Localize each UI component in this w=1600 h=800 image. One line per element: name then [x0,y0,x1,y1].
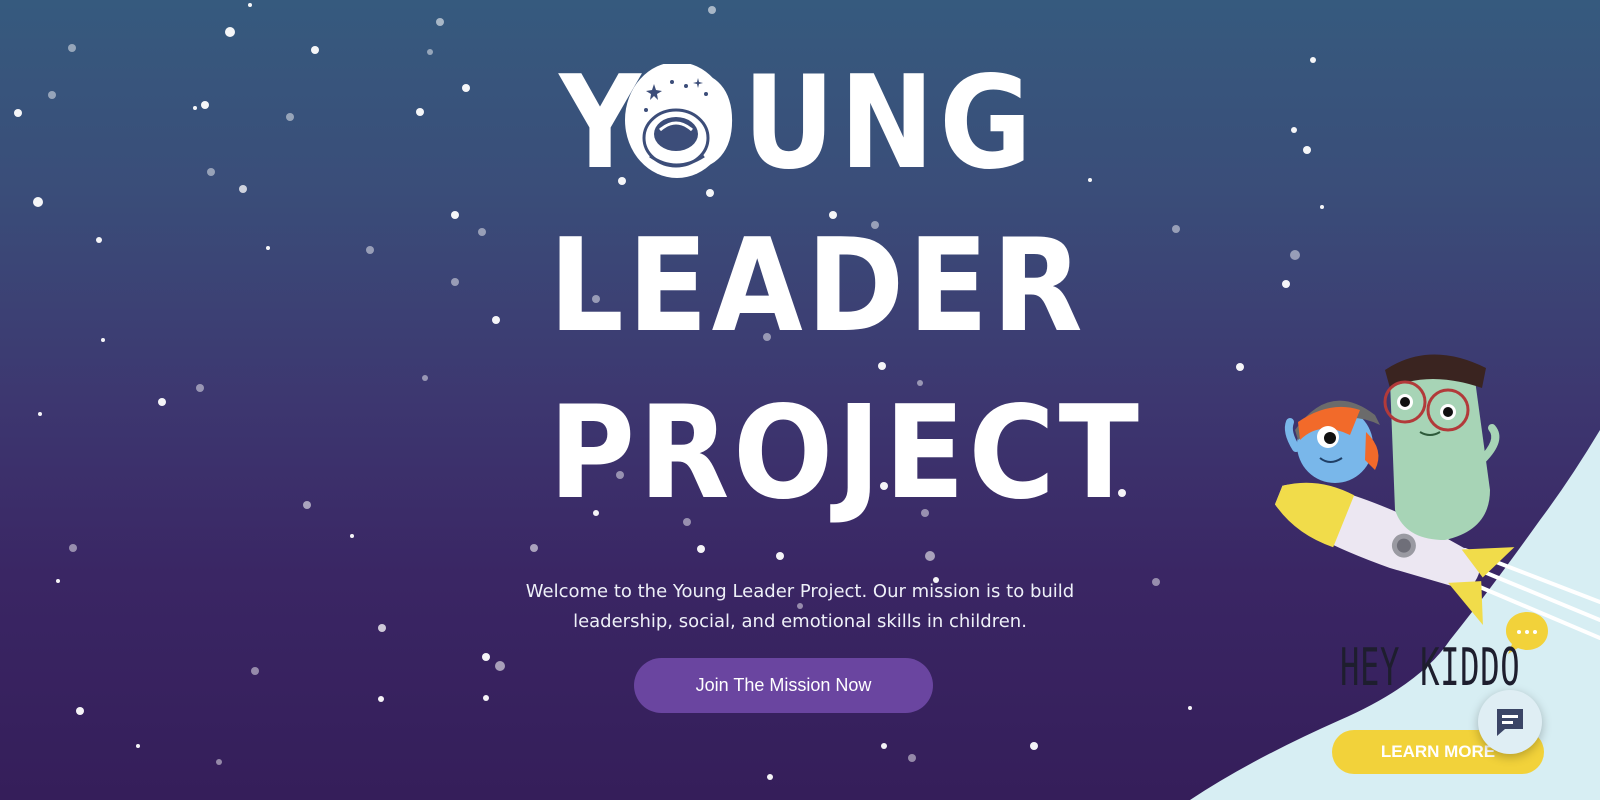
chat-icon [1497,709,1523,736]
hero-tagline: Welcome to the Young Leader Project. Our… [525,581,1075,632]
join-mission-button[interactable]: Join The Mission Now [634,658,933,713]
astronaut-helmet-icon [625,64,729,178]
title-line-project: PROJECT [548,379,1143,528]
chat-widget-button[interactable] [1478,690,1542,754]
title-line-leader: LEADER [548,212,1087,361]
promo-heading: HEY KIDDO [1340,638,1521,698]
